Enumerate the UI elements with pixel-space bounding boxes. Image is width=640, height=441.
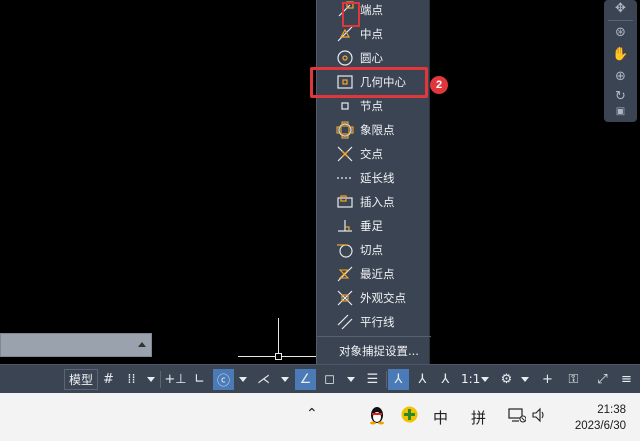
annotation-scale-icon[interactable]: ⅄ — [388, 369, 409, 390]
zoom-extents-icon[interactable]: ⊕ — [612, 68, 629, 85]
snap-item-apparent-intersection[interactable]: 外观交点 — [317, 286, 431, 310]
chevron-down-icon — [521, 377, 529, 382]
chevron-down-icon — [281, 377, 289, 382]
command-line-bar[interactable] — [0, 333, 152, 357]
ime-language-indicator[interactable]: 中 — [433, 407, 448, 428]
clock-time: 21:38 — [597, 404, 626, 416]
crosshair-vertical — [278, 318, 279, 356]
fullscreen-icon[interactable]: ⤢ — [592, 369, 613, 390]
qq-penguin-icon[interactable] — [368, 405, 386, 429]
snap-item-parallel[interactable]: 平行线 — [317, 310, 431, 334]
nearest-snap-icon — [336, 265, 354, 283]
object-snap-icon[interactable]: ◻ — [319, 369, 340, 390]
polar-tracking-icon[interactable]: ⓒ — [213, 369, 234, 390]
workspace-dropdown[interactable] — [519, 369, 531, 390]
annotation-scale-value[interactable]: 1:1 — [461, 369, 480, 390]
snap-item-tangent[interactable]: 切点 — [317, 238, 431, 262]
model-space-button[interactable]: 模型 — [64, 369, 99, 390]
snap-item-nearest[interactable]: 最近点 — [317, 262, 431, 286]
clock-date: 2023/6/30 — [574, 420, 626, 432]
network-icon[interactable] — [508, 407, 527, 427]
grid-display-icon[interactable]: # — [98, 369, 119, 390]
chevron-down-icon — [347, 377, 355, 382]
snap-mode-icon[interactable]: ⁞⁞ — [121, 369, 142, 390]
lineweight-icon[interactable]: ☰ — [362, 369, 383, 390]
status-divider — [160, 371, 161, 388]
extension-snap-icon — [336, 169, 354, 187]
status-bar: 模型 # ⁞⁞ +⊥ ∟ ⓒ ⋌ ∠ ◻ ☰ ⅄ ⅄ ⅄ 1:1 ⚙ + ⚿ ⤢… — [0, 364, 640, 393]
insertion-snap-icon — [336, 193, 354, 211]
parallel-snap-icon — [336, 313, 354, 331]
midpoint-snap-icon — [336, 25, 354, 43]
customize-menu-icon[interactable]: ≡ — [616, 369, 637, 390]
volume-icon[interactable] — [532, 407, 548, 427]
tangent-snap-icon — [336, 241, 354, 259]
workspace-gear-icon[interactable]: ⚙ — [496, 369, 517, 390]
system-clock[interactable]: 21:38 2023/6/30 — [556, 402, 626, 434]
annotation-highlight-geometric-center — [310, 67, 428, 98]
polar-tracking-dropdown[interactable] — [237, 369, 249, 390]
ortho-mode-icon[interactable]: ∟ — [189, 369, 210, 390]
perpendicular-snap-icon — [336, 217, 354, 235]
annotation-badge-2: 2 — [430, 76, 448, 94]
navigation-bar: ✥ ⊛ ✋ ⊕ ↻ ▣ — [604, 0, 637, 122]
center-snap-icon — [336, 49, 354, 67]
snap-item-perpendicular[interactable]: 垂足 — [317, 214, 431, 238]
annotation-scale-dropdown[interactable] — [479, 369, 491, 390]
annotation-monitor-icon[interactable]: + — [537, 369, 558, 390]
show-hidden-icons-chevron-up-icon[interactable]: ⌃ — [306, 406, 318, 422]
object-snap-menu: 端点 中点 圆心 几何中心 节点 象限点 交点 延长线 插入点 垂足 切点 最近… — [316, 0, 431, 364]
object-snap-tracking-icon[interactable]: ∠ — [295, 369, 316, 390]
pan-icon[interactable]: ✋ — [612, 46, 629, 63]
isolate-objects-icon[interactable]: ⚿ — [563, 369, 584, 390]
snap-item-extension[interactable]: 延长线 — [317, 166, 431, 190]
node-snap-icon — [336, 97, 354, 115]
apparent-intersection-snap-icon — [336, 289, 354, 307]
snap-item-insertion[interactable]: 插入点 — [317, 190, 431, 214]
windows-taskbar: ⌃ 中 拼 21:38 2023/6/30 — [0, 393, 640, 441]
isometric-drafting-icon[interactable]: ⋌ — [253, 369, 274, 390]
object-snap-settings-item[interactable]: 对象捕捉设置... — [339, 343, 419, 359]
expand-up-icon[interactable] — [138, 342, 146, 347]
chevron-down-icon — [239, 377, 247, 382]
showmotion-icon[interactable]: ▣ — [612, 103, 629, 120]
snap-item-quadrant[interactable]: 象限点 — [317, 118, 431, 142]
menu-divider — [317, 336, 431, 337]
auto-scale-icon[interactable]: ⅄ — [435, 369, 456, 390]
chevron-down-icon — [147, 377, 155, 382]
object-snap-dropdown[interactable] — [345, 369, 357, 390]
isometric-dropdown[interactable] — [279, 369, 291, 390]
chevron-down-icon — [481, 377, 489, 382]
full-navigation-wheel-icon[interactable]: ⊛ — [612, 24, 629, 41]
annotation-highlight-snap-dropdown — [342, 2, 360, 27]
crosshair-pickbox — [275, 353, 282, 360]
status-divider — [386, 371, 387, 388]
intersection-snap-icon — [336, 145, 354, 163]
annotation-visibility-icon[interactable]: ⅄ — [412, 369, 433, 390]
nav-divider — [608, 20, 633, 21]
snap-mode-dropdown[interactable] — [145, 369, 157, 390]
snap-item-endpoint[interactable]: 端点 — [317, 0, 431, 22]
view-cube-icon[interactable]: ✥ — [612, 0, 629, 17]
dynamic-input-icon[interactable]: +⊥ — [164, 369, 186, 390]
snap-item-intersection[interactable]: 交点 — [317, 142, 431, 166]
snap-item-midpoint[interactable]: 中点 — [317, 22, 431, 46]
quadrant-snap-icon — [336, 121, 354, 139]
ime-mode-indicator[interactable]: 拼 — [471, 407, 486, 428]
security-app-icon[interactable] — [401, 406, 418, 427]
